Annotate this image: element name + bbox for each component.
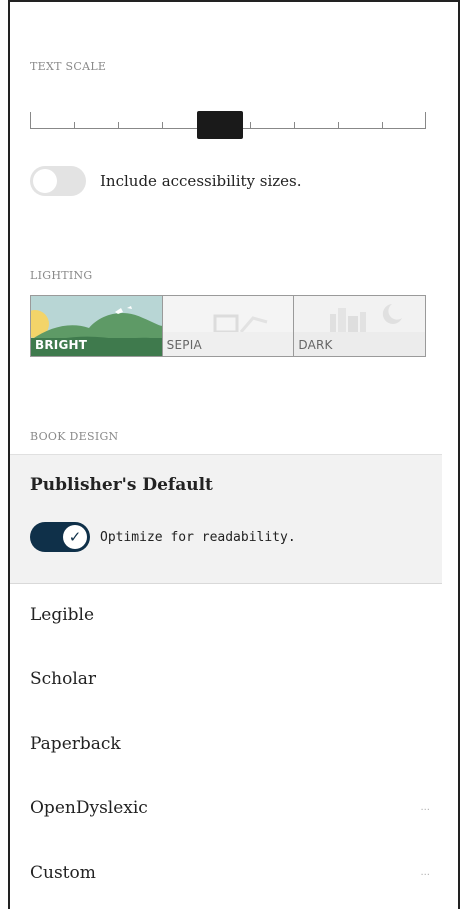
book-design-label: BOOK DESIGN xyxy=(30,430,119,443)
more-options-icon[interactable]: ... xyxy=(420,867,430,878)
slider-tick xyxy=(382,122,383,128)
accessibility-sizes-toggle[interactable] xyxy=(30,166,86,196)
book-design-item-opendyslexic[interactable]: OpenDyslexic ... xyxy=(30,798,430,818)
slider-tick xyxy=(294,122,295,128)
text-scale-label: TEXT SCALE xyxy=(30,60,107,73)
slider-tick xyxy=(162,122,163,128)
slider-tick xyxy=(118,122,119,128)
book-design-item-legible[interactable]: Legible xyxy=(30,605,430,625)
book-design-item-custom[interactable]: Custom ... xyxy=(30,863,430,883)
accessibility-sizes-label: Include accessibility sizes. xyxy=(100,172,302,190)
design-item-label: Paperback xyxy=(30,734,121,754)
book-design-item-paperback[interactable]: Paperback xyxy=(30,734,430,754)
slider-thumb[interactable] xyxy=(197,111,243,139)
design-item-label: Custom xyxy=(30,863,96,883)
slider-tick xyxy=(250,122,251,128)
optimize-readability-row: ✓ Optimize for readability. xyxy=(30,522,296,552)
design-item-label: Scholar xyxy=(30,669,97,689)
lighting-option-label: DARK xyxy=(298,338,333,352)
accessibility-sizes-row: Include accessibility sizes. xyxy=(30,165,302,197)
lighting-option-dark[interactable]: DARK xyxy=(294,296,426,356)
optimize-readability-toggle[interactable]: ✓ xyxy=(30,522,90,552)
slider-tick xyxy=(338,122,339,128)
slider-tick xyxy=(30,112,31,128)
lighting-option-label: SEPIA xyxy=(166,338,202,352)
more-options-icon[interactable]: ... xyxy=(420,802,430,813)
text-scale-slider[interactable] xyxy=(30,106,426,139)
book-design-item-scholar[interactable]: Scholar xyxy=(30,669,430,689)
lighting-option-bright[interactable]: BRIGHT xyxy=(31,296,163,356)
lighting-option-label: BRIGHT xyxy=(35,338,88,352)
slider-tick xyxy=(425,112,426,128)
design-item-label: Legible xyxy=(30,605,95,625)
optimize-readability-label: Optimize for readability. xyxy=(100,529,296,545)
lighting-label: LIGHTING xyxy=(30,269,93,282)
lighting-selector: BRIGHT SEPIA DARK xyxy=(30,295,426,357)
lighting-option-sepia[interactable]: SEPIA xyxy=(162,296,295,356)
design-item-label: OpenDyslexic xyxy=(30,798,148,818)
toggle-knob xyxy=(33,169,57,193)
check-icon: ✓ xyxy=(63,525,87,549)
book-design-selected-publishers-default[interactable]: Publisher's Default ✓ Optimize for reada… xyxy=(10,454,442,584)
slider-tick xyxy=(74,122,75,128)
publishers-default-title: Publisher's Default xyxy=(30,475,213,495)
reading-settings-panel: TEXT SCALE Include accessibility sizes. … xyxy=(8,0,460,909)
